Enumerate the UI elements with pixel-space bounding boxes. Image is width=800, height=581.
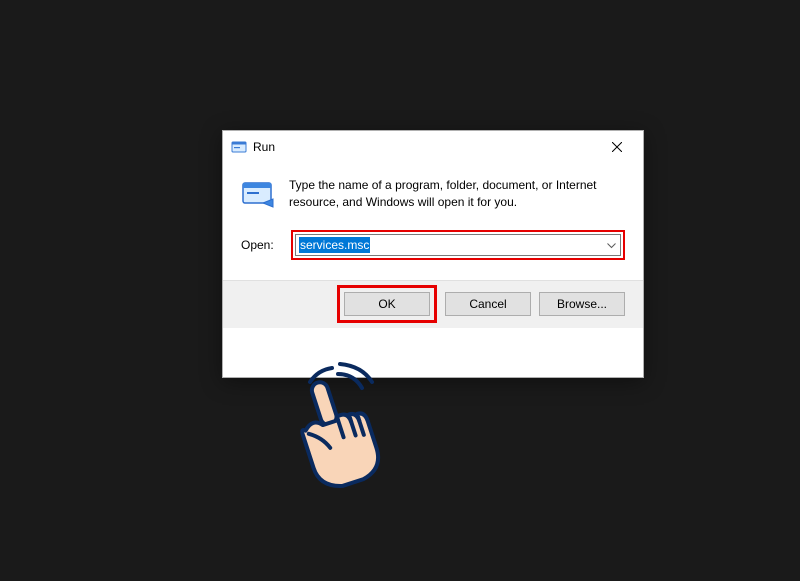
browse-button[interactable]: Browse... (539, 292, 625, 316)
open-input-value[interactable]: services.msc (299, 237, 370, 253)
run-dialog-icon (231, 139, 247, 155)
open-label: Open: (241, 238, 281, 252)
ok-button[interactable]: OK (344, 292, 430, 316)
dialog-body: Type the name of a program, folder, docu… (223, 163, 643, 280)
info-text: Type the name of a program, folder, docu… (289, 177, 625, 212)
titlebar[interactable]: Run (223, 131, 643, 163)
info-row: Type the name of a program, folder, docu… (241, 177, 625, 212)
open-row: Open: services.msc (241, 230, 625, 260)
pointer-hand-icon (280, 360, 390, 500)
dialog-title: Run (253, 140, 594, 154)
ok-highlight: OK (337, 285, 437, 323)
run-dialog: Run Type the name of a program, folder, … (222, 130, 644, 378)
run-program-icon (241, 177, 275, 211)
chevron-down-icon[interactable] (607, 238, 616, 252)
close-button[interactable] (594, 133, 639, 161)
open-combobox[interactable]: services.msc (295, 234, 621, 256)
cancel-button[interactable]: Cancel (445, 292, 531, 316)
button-bar: OK Cancel Browse... (223, 280, 643, 328)
input-highlight: services.msc (291, 230, 625, 260)
